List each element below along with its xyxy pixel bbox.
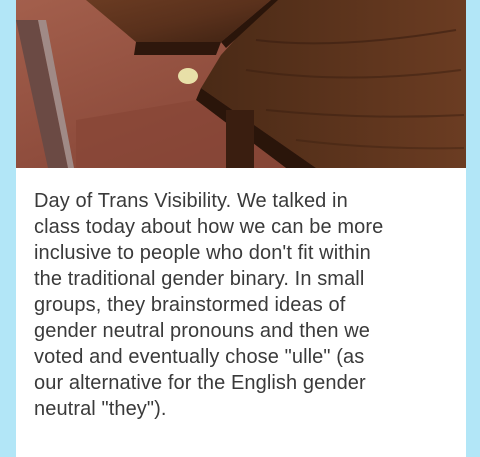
post-card: Day of Trans Visibility. We talked in cl… — [16, 0, 466, 457]
post-body-text: Day of Trans Visibility. We talked in cl… — [34, 190, 384, 420]
post-photo[interactable] — [16, 0, 466, 168]
desk-photo-image — [16, 0, 466, 168]
